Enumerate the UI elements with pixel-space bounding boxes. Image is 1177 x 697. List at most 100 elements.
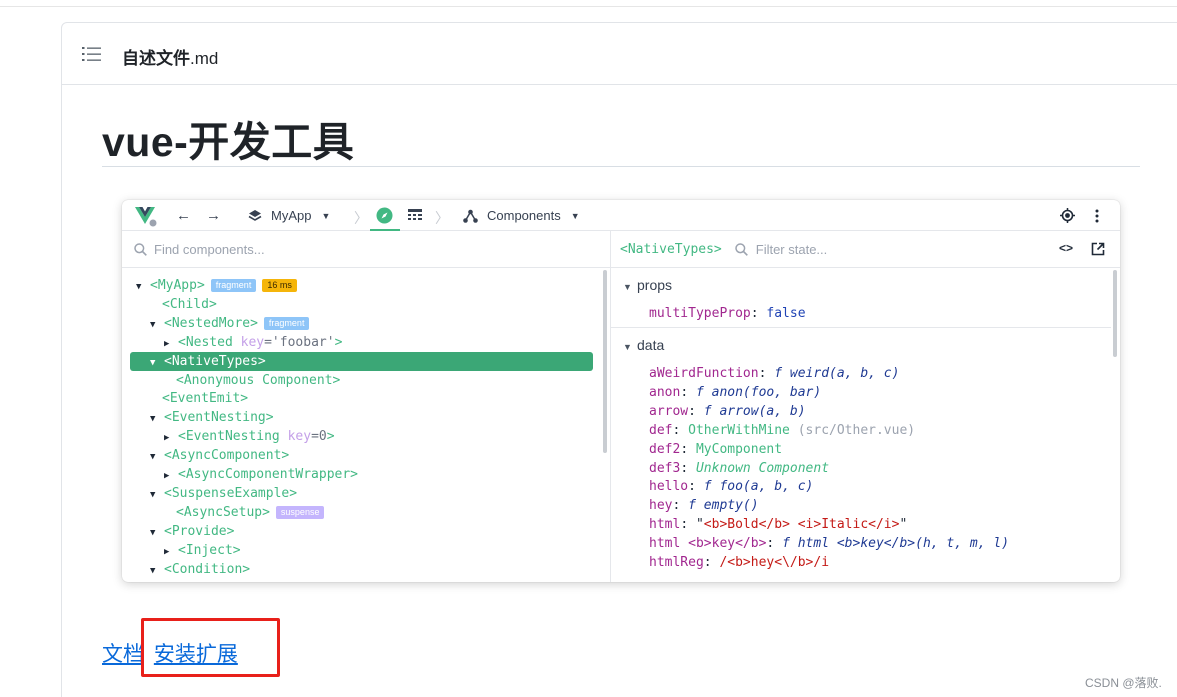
property-value: /<b>hey<\/b>/i xyxy=(719,555,830,570)
tree-row[interactable]: ▼ <SuspenseExample> xyxy=(150,484,297,503)
app-selector: MyApp ▼ xyxy=(248,200,330,231)
state-property: def2: MyComponent xyxy=(649,440,782,459)
tree-row[interactable]: ▼ <AsyncComponent> xyxy=(150,446,289,465)
search-icon xyxy=(134,242,147,256)
app-name: MyApp xyxy=(271,208,312,223)
expanded-caret-icon[interactable]: ▼ xyxy=(150,410,164,429)
tree-row[interactable]: ▶ <AsyncComponentWrapper> xyxy=(164,465,358,484)
tree-row[interactable]: <AsyncSetup> suspense xyxy=(176,503,325,522)
tree-row[interactable]: <Anonymous Component> xyxy=(176,371,340,390)
property-colon: : xyxy=(688,403,704,419)
devtools-toolbar: ← → MyApp ▼ 〉 〉 Components ▼ xyxy=(122,200,1120,231)
component-key-attr: key xyxy=(279,429,312,445)
property-key: def3 xyxy=(649,460,681,476)
property-key: hello xyxy=(649,479,689,495)
property-key: html xyxy=(649,517,681,533)
property-value: Unknown Component xyxy=(695,460,830,476)
component-name: <EventNesting xyxy=(178,429,280,445)
property-colon: : xyxy=(688,479,704,495)
property-value: f xyxy=(703,479,712,495)
property-value: (src/Other.vue) xyxy=(789,422,916,438)
components-label: Components xyxy=(487,208,561,223)
red-highlight-box xyxy=(141,618,280,677)
selected-component-name: <NativeTypes> xyxy=(620,241,722,257)
tree-row[interactable]: ▶ <Nested key='foobar'> xyxy=(164,333,342,352)
file-ext: .md xyxy=(190,49,219,68)
more-vertical-icon xyxy=(1095,209,1099,223)
tree-row[interactable]: ▼ <EventNesting> xyxy=(150,408,274,427)
property-colon: : xyxy=(680,460,696,476)
tree-row[interactable]: <Child> xyxy=(162,295,217,314)
property-key: arrow xyxy=(649,403,689,419)
property-key: multiTypeProp xyxy=(649,306,751,321)
expanded-caret-icon[interactable]: ▼ xyxy=(150,562,164,581)
component-name: <Condition> xyxy=(164,561,251,577)
component-search-placeholder: Find components... xyxy=(154,241,265,257)
component-name: <NativeTypes> xyxy=(164,353,266,369)
expanded-caret-icon[interactable]: ▼ xyxy=(150,524,164,543)
property-colon: : xyxy=(758,366,775,381)
property-value: anon(foo, bar) xyxy=(703,384,822,400)
card-header: 自述文件.md xyxy=(62,23,1177,85)
state-property: htmlReg: /<b>hey<\/b>/i xyxy=(649,553,829,572)
component-name: <MyApp> xyxy=(150,278,205,293)
tree-row[interactable]: ▼ <Condition> xyxy=(150,560,250,579)
tree-row[interactable]: <EventEmit> xyxy=(162,389,248,408)
component-close-bracket: > xyxy=(326,429,335,445)
state-property: hey: f empty() xyxy=(649,496,759,515)
table-of-contents-icon[interactable] xyxy=(82,45,102,63)
component-name: <EventEmit> xyxy=(162,391,249,407)
file-name: 自述文件 xyxy=(122,49,190,68)
property-value: <b>Bold</b> <i>Italic</i> xyxy=(703,517,900,533)
target-icon xyxy=(1060,208,1075,223)
props-section-header: ▼ props xyxy=(623,277,672,293)
file-title: 自述文件.md xyxy=(122,44,218,69)
component-name: <Child> xyxy=(162,296,217,312)
property-value: html <b>key</b>(h, t, m, l) xyxy=(789,536,1010,552)
compass-icon xyxy=(376,207,393,224)
tree-row[interactable]: ▶ <Inject> xyxy=(164,541,241,560)
tree-row[interactable]: ▼ <NestedMore> fragment xyxy=(150,314,310,335)
state-property: def: OtherWithMine (src/Other.vue) xyxy=(649,421,915,440)
tree-row[interactable]: ▼ <MyApp> fragment 16 ms xyxy=(136,276,297,295)
expanded-caret-icon[interactable]: ▼ xyxy=(150,486,164,505)
components-selector: Components ▼ xyxy=(463,200,580,231)
component-name: <AsyncComponent> xyxy=(164,448,290,464)
property-colon: : xyxy=(766,536,783,552)
property-value: f xyxy=(695,384,704,400)
property-key: aWeirdFunction xyxy=(649,366,759,381)
property-value: f xyxy=(782,536,790,552)
expanded-caret-icon[interactable]: ▼ xyxy=(150,354,164,373)
expanded-caret-icon[interactable]: ▼ xyxy=(150,316,164,335)
component-badge: fragment xyxy=(263,316,310,330)
state-search: <NativeTypes> Filter state... <> xyxy=(611,231,1120,268)
property-key: hey xyxy=(649,498,673,514)
expanded-caret-icon[interactable]: ▼ xyxy=(150,448,164,467)
forward-arrow-icon: → xyxy=(206,207,221,224)
component-name: <AsyncSetup> xyxy=(176,504,270,520)
chevron-down-icon: ▼ xyxy=(321,210,331,221)
watermark: CSDN @落败. xyxy=(1085,676,1162,690)
state-search-placeholder: Filter state... xyxy=(755,241,828,257)
separator-icon: 〉 xyxy=(354,210,368,226)
code-icon: <> xyxy=(1059,241,1074,255)
tree-row[interactable]: ▶ <EventNesting key=0> xyxy=(164,427,335,446)
expand-triangle-icon: ▼ xyxy=(623,282,632,292)
collapsed-caret-icon[interactable]: ▶ xyxy=(164,335,178,354)
state-property: hello: f foo(a, b, c) xyxy=(649,477,813,496)
state-scrollbar xyxy=(1113,270,1117,357)
state-property: aWeirdFunction: f weird(a, b, c) xyxy=(649,364,899,383)
property-value: weird(a, b, c) xyxy=(782,366,900,381)
component-badge: fragment xyxy=(210,279,257,292)
back-arrow-icon: ← xyxy=(176,207,191,224)
component-search: Find components... xyxy=(122,231,610,268)
docs-link[interactable]: 文档 xyxy=(102,643,144,666)
expanded-caret-icon[interactable]: ▼ xyxy=(136,278,150,297)
property-value: " xyxy=(899,517,908,533)
tree-row[interactable]: ▼ <NativeTypes> xyxy=(130,351,593,373)
property-value: false xyxy=(766,306,806,321)
state-property: anon: f anon(foo, bar) xyxy=(649,383,821,402)
tree-row[interactable]: ▼ <Provide> xyxy=(150,522,234,541)
section-divider xyxy=(611,327,1111,328)
state-property: def3: Unknown Component xyxy=(649,459,829,478)
